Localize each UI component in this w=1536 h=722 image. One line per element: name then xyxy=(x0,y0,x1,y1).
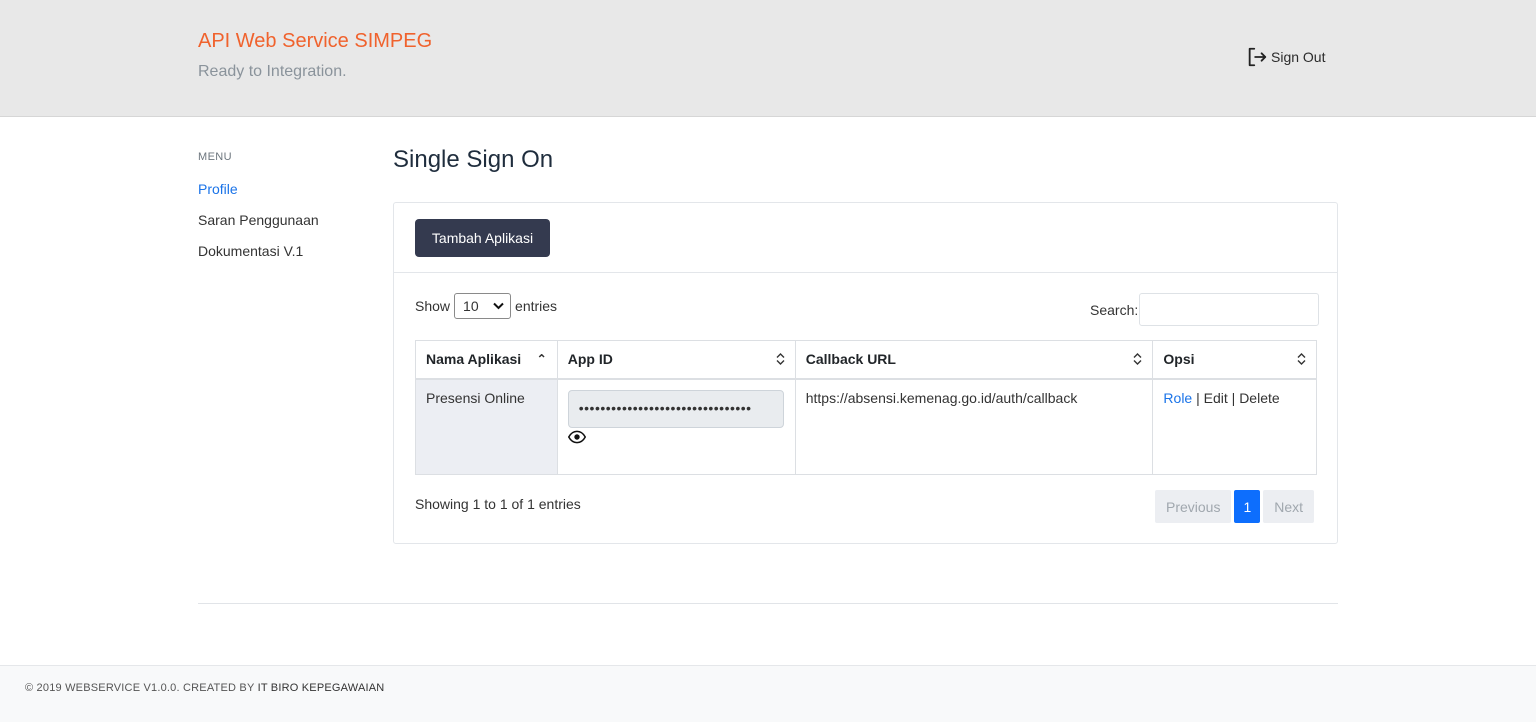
footer-text: © 2019 WEBSERVICE V1.0.0. CREATED BY IT … xyxy=(25,682,384,694)
sort-icon xyxy=(1297,353,1306,366)
sign-out-label: Sign Out xyxy=(1271,49,1326,65)
pagination-next[interactable]: Next xyxy=(1263,490,1315,523)
cell-callback-url: https://absensi.kemenag.go.id/auth/callb… xyxy=(794,378,1154,475)
column-nama-aplikasi[interactable]: Nama Aplikasi ⌃ xyxy=(415,340,558,380)
sign-out-icon xyxy=(1248,47,1267,67)
column-callback-url[interactable]: Callback URL xyxy=(794,340,1154,380)
add-application-button[interactable]: Tambah Aplikasi xyxy=(415,219,550,257)
cell-app-name: Presensi Online xyxy=(415,378,558,475)
delete-link[interactable]: Delete xyxy=(1239,390,1279,406)
menu-label: MENU xyxy=(198,151,232,163)
sidebar-item-profile[interactable]: Profile xyxy=(198,181,238,197)
table-row: Presensi Online ••••••••••••••••••••••••… xyxy=(415,378,1317,475)
cell-app-id: •••••••••••••••••••••••••••••••• xyxy=(556,378,796,475)
entries-select-value: 10 xyxy=(463,298,479,314)
sort-icon xyxy=(776,353,785,366)
search-control: Search: xyxy=(1090,293,1320,326)
search-input[interactable] xyxy=(1139,293,1320,326)
chevron-down-icon xyxy=(493,302,504,310)
column-app-id[interactable]: App ID xyxy=(556,340,796,380)
separator: | xyxy=(1227,389,1240,406)
column-label: Nama Aplikasi xyxy=(426,351,522,368)
search-label: Search: xyxy=(1090,301,1139,318)
cell-options: Role | Edit | Delete xyxy=(1152,378,1317,475)
eye-icon[interactable] xyxy=(567,430,586,444)
pagination-page-1[interactable]: 1 xyxy=(1234,490,1261,523)
sort-asc-icon: ⌃ xyxy=(536,352,547,367)
length-suffix: entries xyxy=(515,298,558,314)
table-info: Showing 1 to 1 of 1 entries xyxy=(415,496,581,512)
footer-author: IT BIRO KEPEGAWAIAN xyxy=(257,682,385,694)
length-prefix: Show xyxy=(415,298,451,314)
sort-icon xyxy=(1133,353,1142,366)
header: API Web Service SIMPEG Ready to Integrat… xyxy=(0,0,1536,117)
footer-copyright: © 2019 WEBSERVICE V1.0.0. CREATED BY xyxy=(25,682,255,694)
footer: © 2019 WEBSERVICE V1.0.0. CREATED BY IT … xyxy=(0,665,1536,722)
card-header: Tambah Aplikasi xyxy=(394,203,1337,273)
divider xyxy=(198,603,1338,604)
entries-length-control: Show 10 entries xyxy=(415,293,557,319)
role-link[interactable]: Role xyxy=(1163,390,1192,406)
column-label: Callback URL xyxy=(805,351,896,368)
brand-title: API Web Service SIMPEG xyxy=(198,30,433,52)
brand-subtitle: Ready to Integration. xyxy=(198,63,347,80)
app-id-field[interactable]: •••••••••••••••••••••••••••••••• xyxy=(567,389,784,428)
page-title: Single Sign On xyxy=(393,146,554,173)
sign-out-button[interactable]: Sign Out xyxy=(1246,46,1325,68)
pagination-previous[interactable]: Previous xyxy=(1155,490,1232,523)
column-opsi[interactable]: Opsi xyxy=(1152,340,1317,380)
sidebar-item-saran-penggunaan[interactable]: Saran Penggunaan xyxy=(198,212,319,228)
column-label: Opsi xyxy=(1163,351,1195,368)
entries-select[interactable]: 10 xyxy=(454,293,512,319)
table-header-row: Nama Aplikasi ⌃ App ID Callback URL Opsi xyxy=(415,340,1317,380)
separator: | xyxy=(1192,389,1204,406)
pagination: Previous 1 Next xyxy=(1155,490,1315,523)
sidebar-item-dokumentasi[interactable]: Dokumentasi V.1 xyxy=(198,243,303,259)
sso-card: Tambah Aplikasi Show 10 entries Search: … xyxy=(393,202,1338,544)
sso-table: Nama Aplikasi ⌃ App ID Callback URL Opsi xyxy=(415,340,1317,475)
edit-link[interactable]: Edit xyxy=(1204,390,1228,406)
column-label: App ID xyxy=(567,351,613,368)
